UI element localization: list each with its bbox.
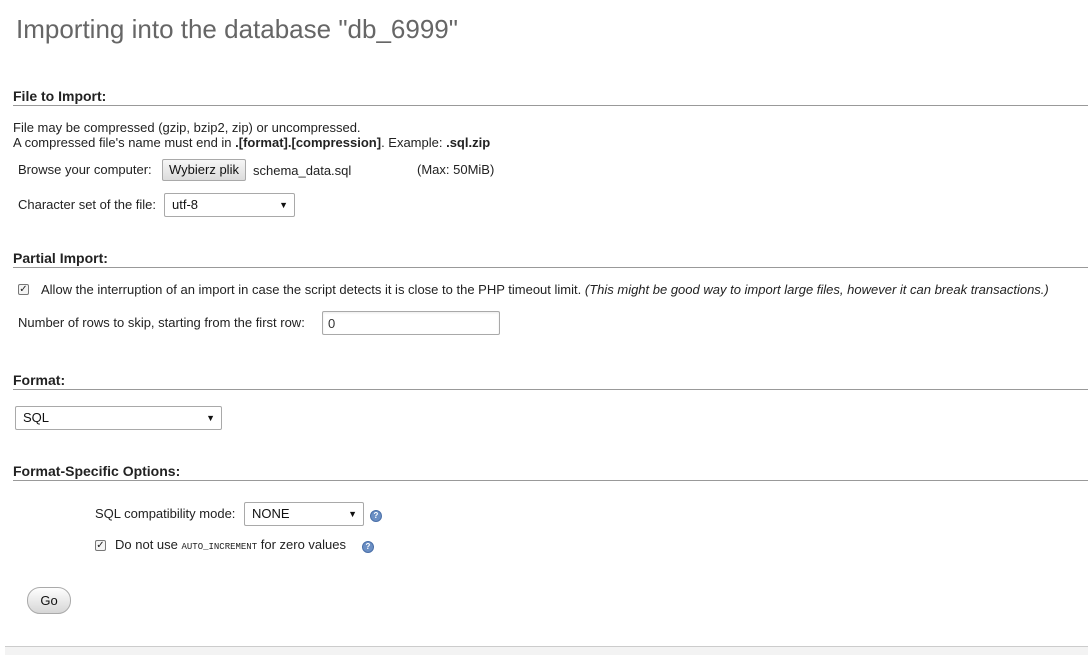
format-heading: Format: [13,372,1088,390]
max-upload-size: (Max: 50MiB) [417,162,495,177]
allow-interrupt-note: (This might be good way to import large … [584,282,1049,297]
charset-label: Character set of the file: [18,197,157,212]
charset-value: utf-8 [172,197,199,212]
go-button[interactable]: Go [27,587,71,614]
charset-select[interactable]: utf-8 ▼ [164,193,295,217]
sql-compat-label: SQL compatibility mode: [95,506,236,521]
checkmark-icon: ✓ [19,284,28,295]
help-icon[interactable]: ? [370,510,382,522]
format-select[interactable]: SQL ▼ [15,406,222,430]
checkmark-icon: ✓ [96,540,105,551]
sql-compat-select[interactable]: NONE ▼ [244,502,364,526]
allow-interrupt-checkbox[interactable]: ✓ [18,284,29,295]
format-value: SQL [23,410,50,425]
rows-to-skip-label: Number of rows to skip, starting from th… [18,315,305,330]
no-auto-increment-text: Do not use AUTO_INCREMENT for zero value… [115,537,346,552]
sql-compat-value: NONE [252,506,290,521]
auto-increment-code: AUTO_INCREMENT [181,542,258,552]
no-auto-prefix: Do not use [115,537,182,552]
allow-interrupt-text: Allow the interruption of an import in c… [41,282,1049,297]
choose-file-button[interactable]: Wybierz plik [162,159,246,181]
rows-to-skip-input[interactable] [322,311,500,335]
browse-label: Browse your computer: [18,162,152,177]
hint-format: .[format].[compression] [235,135,382,150]
dropdown-arrow-icon: ▼ [348,509,357,519]
help-icon[interactable]: ? [362,541,374,553]
compression-description: File may be compressed (gzip, bzip2, zip… [13,120,361,135]
dropdown-arrow-icon: ▼ [206,413,215,423]
allow-interrupt-label: Allow the interruption of an import in c… [41,282,582,297]
page-title: Importing into the database "db_6999" [16,14,458,44]
no-auto-increment-checkbox[interactable]: ✓ [95,540,106,551]
partial-import-heading: Partial Import: [13,250,1088,268]
dropdown-arrow-icon: ▼ [279,200,288,210]
hint-prefix: A compressed file's name must end in [13,135,236,150]
selected-file-name: schema_data.sql [253,163,352,178]
no-auto-suffix: for zero values [257,537,346,552]
file-to-import-heading: File to Import: [13,88,1088,106]
hint-mid: . Example: [381,135,447,150]
hint-example: .sql.zip [446,135,491,150]
format-options-heading: Format-Specific Options: [13,463,1088,481]
compressed-name-hint: A compressed file's name must end in .[f… [13,135,490,150]
